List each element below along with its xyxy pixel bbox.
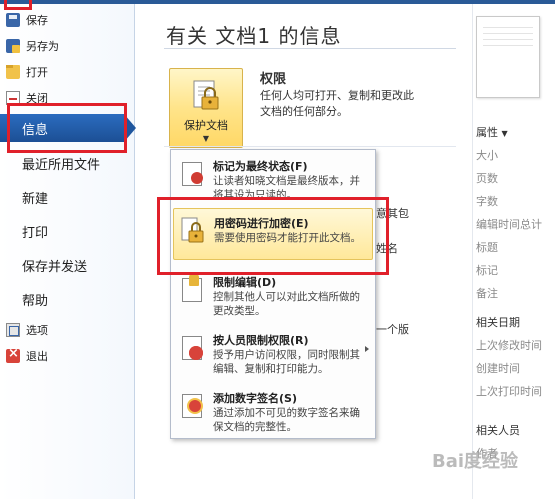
nav-options-label: 选项 <box>26 324 48 337</box>
nav-options[interactable]: 选项 <box>6 320 126 340</box>
menu-item-description: 通过添加不可见的数字签名来确保文档的完整性。 <box>213 407 360 433</box>
restrict-editing-icon <box>179 274 205 304</box>
backstage-nav: 保存 另存为 打开 关闭 信息 最近所用文件 新建 打印 保存并发送 帮助 选项… <box>0 0 555 499</box>
mark-final-icon <box>179 158 205 188</box>
property-words: 字数 <box>476 195 498 208</box>
page-title: 有关 文档1 的信息 <box>166 24 342 48</box>
related-dates-header: 相关日期 <box>476 316 520 329</box>
menu-item-title: 限制编辑(D) <box>213 276 277 289</box>
chevron-down-icon: ▼ <box>202 134 210 143</box>
nav-save-label: 保存 <box>26 14 48 27</box>
folder-icon <box>6 65 20 79</box>
nav-help-label: 帮助 <box>22 293 49 309</box>
menu-item-title: 添加数字签名(S) <box>213 392 297 405</box>
nav-print[interactable]: 打印 <box>0 217 134 245</box>
chevron-down-icon: ▼ <box>501 129 508 138</box>
nav-print-label: 打印 <box>22 225 49 241</box>
nav-new-label: 新建 <box>22 191 49 207</box>
menu-item-digital-signature[interactable]: 添加数字签名(S) 通过添加不可见的数字签名来确保文档的完整性。 <box>173 384 373 436</box>
nav-save-send[interactable]: 保存并发送 <box>0 251 134 279</box>
restrict-permission-icon <box>179 332 205 362</box>
permissions-title: 权限 <box>260 72 287 87</box>
column-divider <box>472 4 473 499</box>
baidu-watermark: Bai度经验 <box>432 451 519 472</box>
options-icon <box>6 323 20 337</box>
save-icon <box>6 13 20 27</box>
annotation-highlight-encrypt <box>157 197 389 275</box>
nav-help[interactable]: 帮助 <box>0 285 134 313</box>
properties-header-label: 属性 <box>476 126 498 139</box>
menu-item-description: 控制其他人可以对此文档所做的更改类型。 <box>213 291 360 317</box>
save-as-icon <box>6 39 20 53</box>
menu-item-restrict-permission[interactable]: 按人员限制权限(R) 授予用户访问权限，同时限制其编辑、复制和打印能力。 <box>173 326 373 378</box>
property-comments: 备注 <box>476 287 498 300</box>
menu-item-description: 授予用户访问权限，同时限制其编辑、复制和打印能力。 <box>213 349 360 375</box>
annotation-highlight-info <box>7 103 127 153</box>
exit-icon <box>6 346 20 363</box>
nav-save-as[interactable]: 另存为 <box>6 36 126 56</box>
related-people-header: 相关人员 <box>476 424 520 437</box>
section-divider <box>164 146 456 147</box>
annotation-highlight-file <box>4 0 32 10</box>
menu-item-restrict-editing[interactable]: 限制编辑(D) 控制其他人可以对此文档所做的更改类型。 <box>173 268 373 320</box>
nav-open[interactable]: 打开 <box>6 62 126 82</box>
menu-item-title: 按人员限制权限(R) <box>213 334 309 347</box>
nav-open-label: 打开 <box>26 66 48 79</box>
date-last-modified: 上次修改时间 <box>476 339 542 352</box>
digital-signature-icon <box>179 390 205 420</box>
document-thumbnail[interactable] <box>476 16 540 98</box>
date-created: 创建时间 <box>476 362 520 375</box>
lock-document-icon <box>188 77 224 113</box>
property-pages: 页数 <box>476 172 498 185</box>
nav-recent[interactable]: 最近所用文件 <box>0 149 134 177</box>
nav-exit[interactable]: 退出 <box>6 346 126 366</box>
menu-item-title: 标记为最终状态(F) <box>213 160 308 173</box>
permissions-description: 任何人均可打开、复制和更改此文档的任何部分。 <box>260 89 414 118</box>
nav-save-send-label: 保存并发送 <box>22 259 88 275</box>
property-tags: 标记 <box>476 264 498 277</box>
date-last-printed: 上次打印时间 <box>476 385 542 398</box>
protect-document-menu: 标记为最终状态(F) 让读者知晓文档是最终版本，并将其设为只读的。 用密码进行加… <box>170 149 376 439</box>
nav-new[interactable]: 新建 <box>0 183 134 211</box>
chevron-right-icon <box>365 346 369 352</box>
protect-document-label: 保护文档 <box>184 119 228 132</box>
nav-exit-label: 退出 <box>26 350 48 363</box>
occluded-text: 一个版 <box>376 323 409 336</box>
nav-recent-label: 最近所用文件 <box>22 157 101 173</box>
properties-header[interactable]: 属性 ▼ <box>476 124 508 140</box>
title-divider <box>164 48 456 49</box>
nav-save-as-label: 另存为 <box>26 40 59 53</box>
property-size: 大小 <box>476 149 498 162</box>
property-edit-time: 编辑时间总计 <box>476 218 542 231</box>
protect-document-button[interactable]: 保护文档 ▼ <box>169 68 243 148</box>
property-title: 标题 <box>476 241 498 254</box>
nav-save[interactable]: 保存 <box>6 10 126 30</box>
